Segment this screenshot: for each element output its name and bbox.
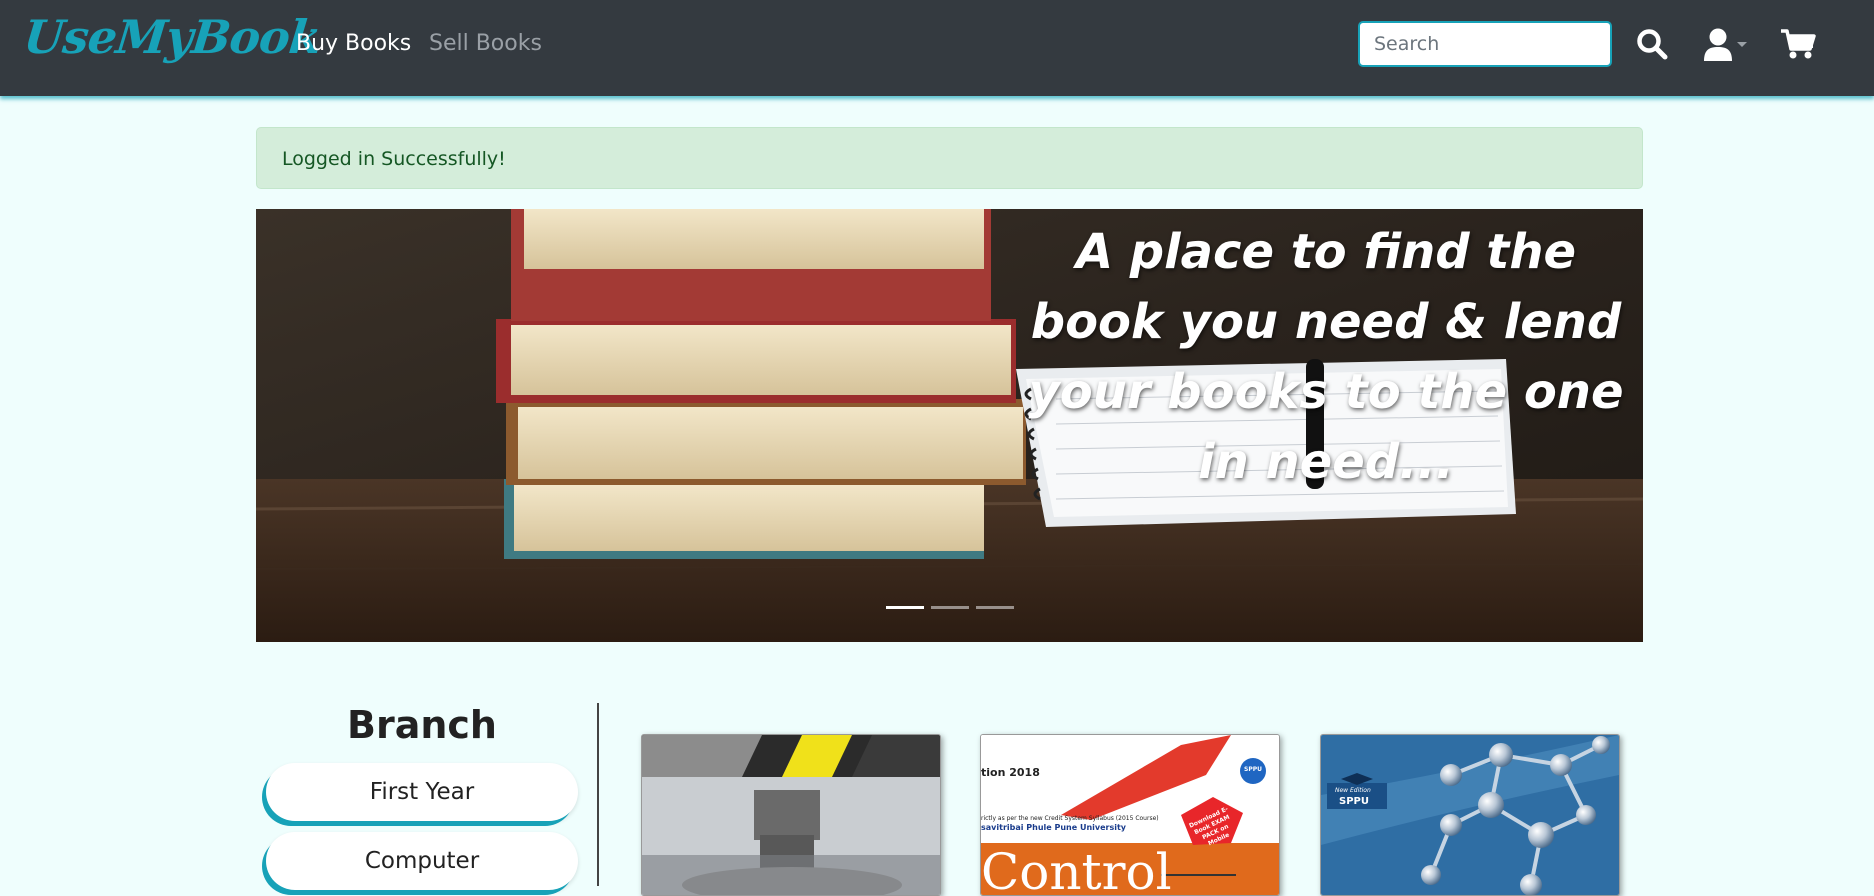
book-card[interactable]: tion 2018 rictly as per the new Credit S… [980, 734, 1280, 896]
top-navbar: UseMyBook Buy Books Sell Books [0, 0, 1874, 96]
nav-sell-books[interactable]: Sell Books [429, 31, 542, 56]
cover-title: Control [981, 843, 1172, 896]
cover-badge: SPPU [1339, 796, 1369, 807]
carousel-indicator[interactable] [976, 606, 1014, 609]
cover-syllabus-line: rictly as per the new Credit System Syll… [981, 815, 1159, 822]
branch-item-computer[interactable]: Computer [266, 832, 578, 890]
book-card[interactable] [641, 734, 941, 896]
search-icon[interactable] [1636, 28, 1668, 60]
book-card[interactable]: New Edition SPPU [1320, 734, 1620, 896]
cover-edition-badge: New Edition [1335, 787, 1371, 794]
search-input[interactable] [1358, 21, 1612, 67]
brand-logo[interactable]: UseMyBook [21, 10, 323, 64]
book-cover-image [642, 735, 940, 895]
sidebar-divider [597, 703, 599, 886]
book-cover-image [1321, 735, 1619, 895]
cover-edition: tion 2018 [981, 766, 1040, 779]
carousel-indicator[interactable] [886, 606, 924, 609]
hero-carousel[interactable]: A place to find the book you need & lend… [256, 209, 1643, 642]
cart-icon[interactable] [1780, 28, 1816, 60]
carousel-indicator[interactable] [931, 606, 969, 609]
user-icon [1704, 28, 1747, 61]
carousel-indicators [886, 606, 1021, 612]
nav-buy-books[interactable]: Buy Books [296, 31, 411, 56]
cover-university: savitribai Phule Pune University [981, 823, 1127, 832]
cover-badge: SPPU [1244, 766, 1262, 773]
user-menu-button[interactable] [1703, 28, 1751, 62]
login-success-alert: Logged in Successfully! [256, 127, 1643, 189]
caret-down-icon [1737, 42, 1747, 47]
carousel-caption: A place to find the book you need & lend… [1028, 224, 1624, 490]
branch-item-first-year[interactable]: First Year [266, 763, 578, 821]
branch-heading: Branch [347, 703, 497, 747]
